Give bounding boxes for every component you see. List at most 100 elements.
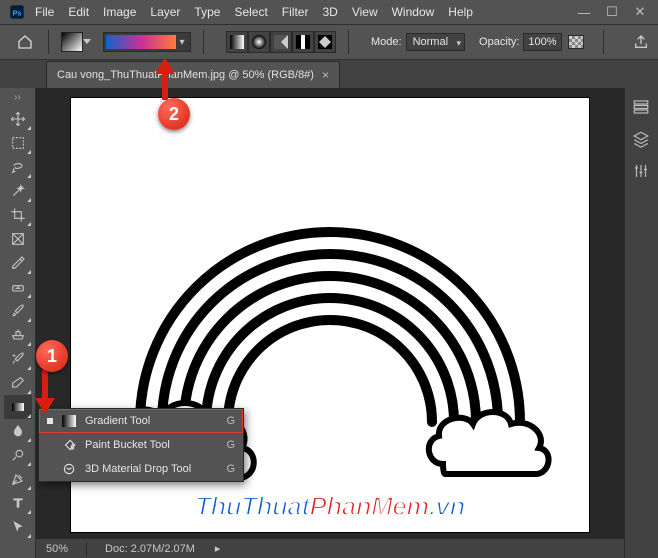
divider (203, 30, 204, 54)
doc-size[interactable]: Doc: 2.07M/2.07M (105, 543, 195, 555)
menu-help[interactable]: Help (441, 5, 480, 19)
diamond-gradient-button[interactable] (314, 31, 336, 53)
eraser-tool[interactable] (4, 371, 32, 395)
brush-tool[interactable] (4, 299, 32, 323)
mode-value: Normal (413, 36, 448, 48)
divider (48, 30, 49, 54)
tab-close-button[interactable]: × (322, 68, 329, 82)
eyedropper-tool[interactable] (4, 251, 32, 275)
menu-window[interactable]: Window (385, 5, 442, 19)
mode-label: Mode: (371, 36, 402, 48)
linear-gradient-button[interactable] (226, 31, 248, 53)
lasso-tool[interactable] (4, 155, 32, 179)
menu-view[interactable]: View (345, 5, 385, 19)
tool-flyout-menu: Gradient Tool G Paint Bucket Tool G 3D M… (38, 408, 244, 482)
tab-title: Cau vong_ThuThuatPhanMem.jpg @ 50% (RGB/… (57, 69, 314, 81)
menu-layer[interactable]: Layer (143, 5, 187, 19)
pen-tool[interactable] (4, 467, 32, 491)
history-brush-tool[interactable] (4, 347, 32, 371)
divider (348, 30, 349, 54)
canvas-column: ThuThuatPhanMem.vn 50% Doc: 2.07M/2.07M … (36, 88, 624, 558)
reflected-gradient-button[interactable] (292, 31, 314, 53)
menu-image[interactable]: Image (96, 5, 143, 19)
app-logo-icon: Ps (6, 1, 28, 23)
flyout-3d-material-tool[interactable]: 3D Material Drop Tool G (39, 457, 243, 481)
document-tab[interactable]: Cau vong_ThuThuatPhanMem.jpg @ 50% (RGB/… (46, 61, 340, 88)
annotation-badge-1: 1 (36, 340, 68, 372)
blend-mode-group: Mode: Normal ▾ (371, 33, 465, 51)
frame-tool[interactable] (4, 227, 32, 251)
home-icon[interactable] (14, 31, 36, 53)
gradient-tool[interactable] (4, 395, 32, 419)
chevron-down-icon: ▾ (176, 37, 188, 48)
zoom-level[interactable]: 50% (46, 543, 68, 555)
chevron-down-icon: ▾ (457, 38, 462, 49)
flyout-item-label: Paint Bucket Tool (85, 439, 170, 451)
adjustments-panel-icon[interactable] (632, 162, 652, 180)
bucket-icon (61, 437, 77, 453)
gradient-editor[interactable]: ▾ (103, 32, 191, 52)
material-drop-icon (61, 461, 77, 477)
annotation-badge-2: 2 (158, 98, 190, 130)
layers-panel-icon[interactable] (632, 130, 652, 148)
mode-dropdown[interactable]: Normal ▾ (406, 33, 465, 51)
path-selection-tool[interactable] (4, 515, 32, 539)
crop-tool[interactable] (4, 203, 32, 227)
minimize-button[interactable]: — (572, 3, 596, 21)
svg-text:Ps: Ps (13, 8, 22, 17)
menu-filter[interactable]: Filter (275, 5, 316, 19)
cloud-right (417, 398, 567, 488)
angle-gradient-button[interactable] (270, 31, 292, 53)
annotation-arrow-2 (150, 58, 180, 102)
type-tool[interactable] (4, 491, 32, 515)
opacity-label: Opacity: (479, 36, 519, 48)
annotation-arrow-1 (30, 368, 60, 416)
watermark-text: ThuThuatPhanMem.vn (195, 491, 465, 522)
clone-stamp-tool[interactable] (4, 323, 32, 347)
photoshop-window: Ps File Edit Image Layer Type Select Fil… (0, 0, 658, 558)
close-button[interactable]: ✕ (628, 3, 652, 21)
window-controls: — ☐ ✕ (572, 3, 658, 21)
right-panel-dock (624, 88, 658, 558)
magic-wand-tool[interactable] (4, 179, 32, 203)
opacity-value: 100% (528, 36, 556, 48)
healing-brush-tool[interactable] (4, 275, 32, 299)
properties-panel-icon[interactable] (632, 98, 652, 116)
status-menu-arrow[interactable]: ▸ (215, 542, 221, 555)
blur-tool[interactable] (4, 419, 32, 443)
flyout-gradient-tool[interactable]: Gradient Tool G (39, 409, 243, 433)
flyout-item-label: 3D Material Drop Tool (85, 463, 191, 475)
gradient-type-group (226, 31, 336, 53)
menu-bar: Ps File Edit Image Layer Type Select Fil… (0, 0, 658, 24)
dodge-tool[interactable] (4, 443, 32, 467)
marquee-tool[interactable] (4, 131, 32, 155)
tools-panel: ›› (0, 88, 36, 558)
gradient-preset-picker[interactable] (61, 32, 83, 52)
flyout-paint-bucket-tool[interactable]: Paint Bucket Tool G (39, 433, 243, 457)
opacity-input[interactable]: 100% (523, 33, 561, 51)
maximize-button[interactable]: ☐ (600, 3, 624, 21)
transparency-checkbox[interactable] (568, 35, 584, 49)
toolbar-grip[interactable]: ›› (11, 92, 25, 103)
document-tab-bar: Cau vong_ThuThuatPhanMem.jpg @ 50% (RGB/… (0, 60, 658, 88)
share-icon[interactable] (630, 34, 652, 50)
menu-3d[interactable]: 3D (315, 5, 344, 19)
divider (603, 30, 604, 54)
gradient-swatch (106, 35, 176, 49)
menu-type[interactable]: Type (187, 5, 227, 19)
opacity-group: Opacity: 100% (479, 33, 584, 51)
menu-file[interactable]: File (28, 5, 61, 19)
options-bar: ▾ Mode: Normal ▾ Opacity: 100% (0, 24, 658, 60)
selected-dot-icon (47, 418, 53, 424)
status-bar: 50% Doc: 2.07M/2.07M ▸ (36, 538, 624, 558)
workspace: ›› (0, 88, 658, 558)
flyout-shortcut: G (226, 415, 235, 427)
flyout-shortcut: G (226, 463, 235, 475)
menu-select[interactable]: Select (227, 5, 274, 19)
flyout-shortcut: G (226, 439, 235, 451)
divider (86, 542, 87, 556)
gradient-icon (61, 413, 77, 429)
move-tool[interactable] (4, 107, 32, 131)
menu-edit[interactable]: Edit (61, 5, 96, 19)
radial-gradient-button[interactable] (248, 31, 270, 53)
